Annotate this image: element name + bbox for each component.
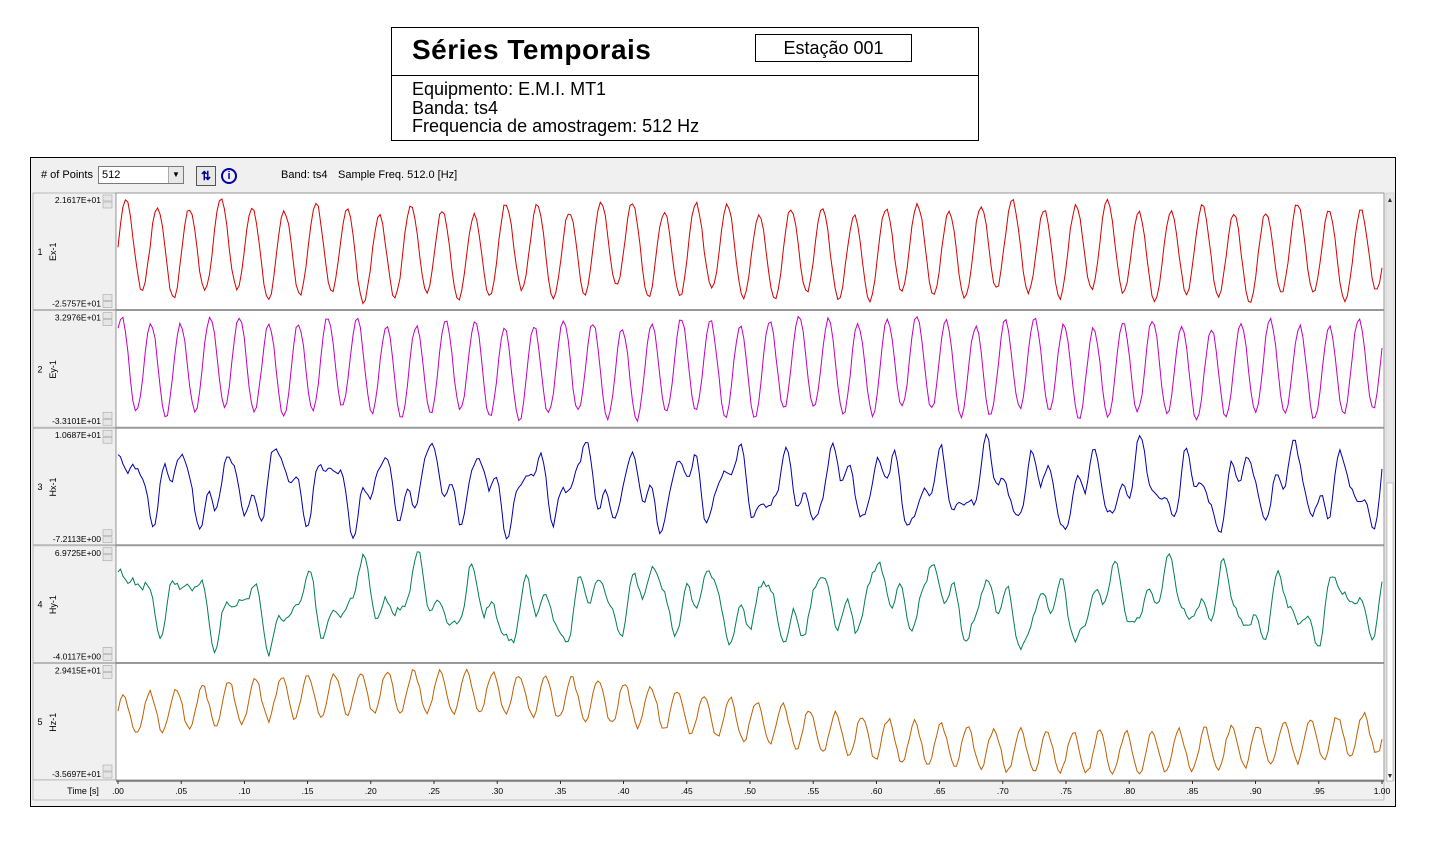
x-tick-label: .95 — [1313, 786, 1325, 796]
y-max-label: 1.0687E+01 — [55, 430, 101, 440]
channel-label-strip — [32, 427, 117, 546]
sort-arrows-icon: ⇅ — [200, 169, 212, 183]
y-min-label: -3.5697E+01 — [52, 769, 101, 779]
x-axis-strip — [32, 779, 1385, 801]
x-tick-label: .45 — [681, 786, 693, 796]
x-tick-label: .50 — [744, 786, 756, 796]
page-title: Séries Temporais — [412, 34, 652, 65]
y-max-label: 2.9415E+01 — [55, 665, 101, 675]
axis-spin-button — [102, 294, 113, 301]
x-tick-label: .25 — [428, 786, 440, 796]
band-status: Band: ts4 — [281, 169, 328, 181]
points-value: 512 — [102, 169, 121, 181]
axis-spin-button — [102, 665, 113, 672]
axis-spin-button — [102, 771, 113, 779]
points-label: # of Points — [41, 169, 93, 181]
axis-spin-button — [102, 554, 113, 562]
axis-spin-button — [102, 411, 113, 419]
channel-index: 4 — [37, 600, 42, 610]
freq-status: Sample Freq. 512.0 [Hz] — [338, 169, 458, 181]
channel-panel-3: 3 Hx-1 1.0687E+01 -7.2113E+00 — [32, 427, 1385, 546]
axis-spin-button — [102, 312, 113, 319]
y-min-label: -7.2113E+00 — [53, 534, 102, 544]
y-min-label: -4.0117E+00 — [53, 651, 102, 661]
axis-spin-button — [102, 654, 113, 661]
channel-panel-1: 1 Ex-1 2.1617E+01 -2.5757E+01 — [32, 192, 1385, 310]
x-tick-label: 1.00 — [1374, 786, 1391, 796]
band-text: Banda: ts4 — [412, 97, 499, 118]
channel-plot-area — [115, 545, 1385, 663]
sampling-text: Frequencia de amostragem: 512 Hz — [412, 116, 700, 136]
scroll-up-icon: ▲ — [1387, 197, 1394, 204]
channel-label-strip — [32, 545, 117, 663]
x-tick-label: .15 — [302, 786, 314, 796]
axis-spin-button — [102, 529, 113, 537]
channel-panel-2: 2 Ey-1 3.2976E+01 -3.3101E+01 — [32, 310, 1385, 428]
channel-label-strip — [32, 663, 117, 781]
equipment-text: Equipmento: E.M.I. MT1 — [412, 79, 607, 99]
sort-arrows-button[interactable]: ⇅ — [196, 166, 216, 186]
channel-panel-5: 5 Hz-1 2.9415E+01 -3.5697E+01 — [32, 662, 1385, 781]
axis-spin-button — [102, 647, 113, 654]
x-tick-label: .90 — [1250, 786, 1262, 796]
x-tick-label: .70 — [997, 786, 1009, 796]
x-tick-label: .60 — [870, 786, 882, 796]
channel-index: 2 — [37, 364, 42, 374]
header-info: Equipmento: E.M.I. MT1 Banda: ts4 Freque… — [412, 80, 699, 136]
scrollbar-thumb — [1386, 482, 1394, 782]
y-min-label: -3.3101E+01 — [52, 416, 101, 426]
channel-name: Hy-1 — [48, 595, 58, 614]
header-top: Séries Temporais Estação 001 — [392, 28, 978, 76]
y-max-label: 2.1617E+01 — [55, 195, 101, 205]
plot-window: # of Points 512 ▼ ⇅ i Band: ts4 Sample F… — [30, 157, 1396, 807]
channel-index: 1 — [37, 247, 42, 257]
axis-spin-button — [102, 418, 113, 426]
axis-spin-button — [102, 547, 113, 555]
axis-spin-button — [102, 436, 113, 444]
x-tick-label: .10 — [238, 786, 250, 796]
y-max-label: 6.9725E+00 — [55, 548, 101, 558]
x-tick-label: .75 — [1060, 786, 1072, 796]
x-tick-label: .35 — [554, 786, 566, 796]
axis-spin-button — [102, 301, 113, 308]
axis-spin-button — [102, 194, 113, 202]
axis-spin-button — [102, 672, 113, 679]
channel-name: Hx-1 — [48, 477, 58, 496]
toolbar: # of Points 512 ▼ ⇅ i Band: ts4 Sample F… — [31, 158, 1395, 191]
x-tick-label: .55 — [807, 786, 819, 796]
header-box: Séries Temporais Estação 001 Equipmento:… — [391, 27, 979, 141]
x-tick-label: .85 — [1186, 786, 1198, 796]
axis-spin-button — [102, 201, 113, 209]
x-tick-label: .20 — [365, 786, 377, 796]
x-tick-label: .30 — [491, 786, 503, 796]
channel-name: Ex-1 — [48, 243, 58, 262]
x-tick-label: .80 — [1123, 786, 1135, 796]
channel-label-strip — [32, 192, 117, 310]
time-series-chart: ▲ ▼ 1 Ex-1 2.1617E+01 -2.5757E+01 2 Ey-1 3.2976E… — [31, 191, 1395, 806]
channel-index: 5 — [37, 717, 42, 727]
axis-spin-button — [102, 764, 113, 772]
axis-spin-button — [102, 429, 113, 437]
channel-name: Ey-1 — [48, 360, 58, 379]
x-tick-label: .05 — [175, 786, 187, 796]
station-label: Estação 001 — [755, 34, 912, 62]
chevron-down-icon[interactable]: ▼ — [168, 167, 183, 183]
chart-area: ▲ ▼ 1 Ex-1 2.1617E+01 -2.5757E+01 2 Ey-1 3.2976E… — [31, 191, 1395, 806]
channel-panel-4: 4 Hy-1 6.9725E+00 -4.0117E+00 — [32, 545, 1385, 663]
x-tick-label: .65 — [934, 786, 946, 796]
channel-index: 3 — [37, 482, 42, 492]
x-tick-label: .40 — [618, 786, 630, 796]
scroll-down-icon: ▼ — [1387, 773, 1394, 780]
info-icon: i — [221, 168, 237, 184]
y-min-label: -2.5757E+01 — [52, 299, 101, 309]
y-max-label: 3.2976E+01 — [55, 313, 101, 323]
points-select[interactable]: 512 ▼ — [98, 166, 184, 184]
info-button[interactable]: i — [219, 166, 239, 186]
channel-label-strip — [32, 310, 117, 428]
channel-name: Hz-1 — [48, 713, 58, 732]
x-axis-label: Time [s] — [67, 786, 99, 796]
axis-spin-button — [102, 536, 113, 544]
axis-spin-button — [102, 319, 113, 326]
x-tick-label: .00 — [112, 786, 124, 796]
